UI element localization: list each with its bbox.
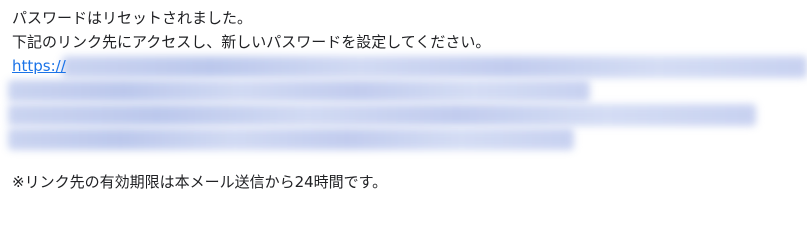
expiry-note: ※リンク先の有効期限は本メール送信から24時間です。 bbox=[12, 173, 388, 191]
redacted-link-line-4 bbox=[8, 128, 574, 150]
redacted-link-line-2 bbox=[8, 80, 590, 102]
email-body: パスワードはリセットされました。 下記のリンク先にアクセスし、新しいパスワードを… bbox=[8, 6, 807, 194]
redacted-link-line-1 bbox=[62, 56, 807, 78]
instructions-message: 下記のリンク先にアクセスし、新しいパスワードを設定してください。 bbox=[12, 33, 491, 51]
reset-link[interactable]: https:// bbox=[12, 54, 66, 78]
reset-complete-message: パスワードはリセットされました。 bbox=[12, 9, 253, 27]
reset-link-block[interactable]: https:// bbox=[8, 54, 807, 150]
redacted-link-line-3 bbox=[8, 104, 756, 126]
